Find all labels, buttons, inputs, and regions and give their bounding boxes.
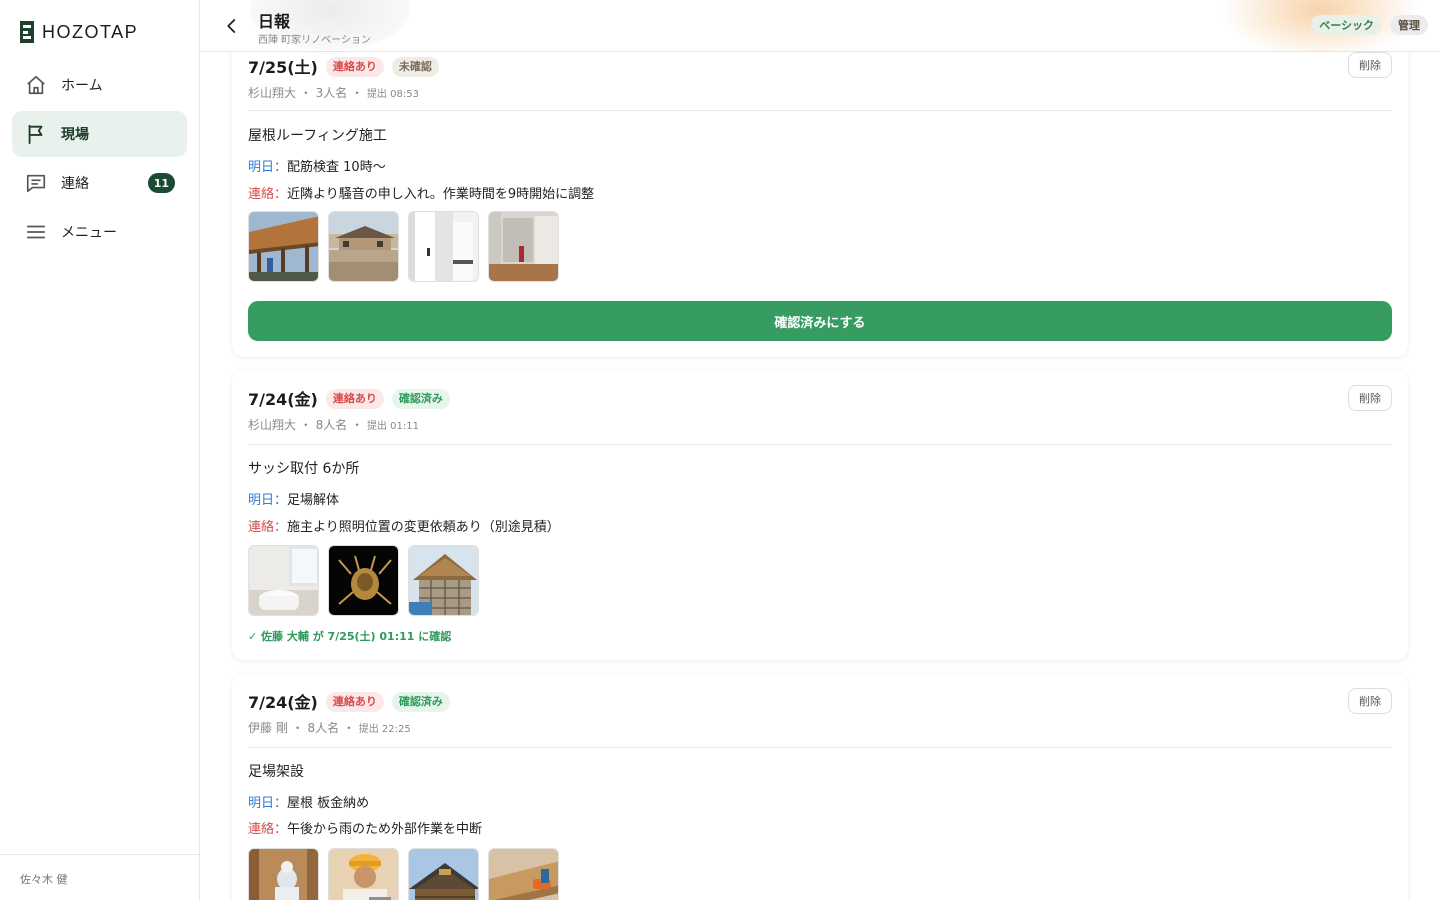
contact-text: 近隣より騒音の申し入れ。作業時間を9時開始に調整: [287, 187, 595, 202]
tomorrow-line: 明日：足場解体: [248, 489, 339, 508]
chat-icon: [24, 171, 48, 195]
report-author: 伊藤 剛: [248, 721, 288, 735]
plan-badge: ベーシック: [1311, 15, 1382, 35]
mark-confirmed-button[interactable]: 確認済みにする: [248, 301, 1392, 341]
contact-label: 連絡：: [248, 520, 288, 535]
sidebar-item-messages[interactable]: 連絡 11: [12, 160, 187, 206]
photo-thumbnail[interactable]: [328, 848, 399, 900]
contact-tag: 連絡あり: [325, 57, 384, 77]
photo-thumbnail[interactable]: [328, 545, 399, 616]
current-user[interactable]: 佐々木 健: [0, 854, 199, 900]
report-meta: 杉山翔大 ・ 8人名 ・ 提出 01:11: [248, 418, 419, 432]
sidebar-item-home[interactable]: ホーム: [12, 62, 187, 108]
work-description: 屋根ルーフィング施工: [248, 128, 387, 144]
crew-count: 3人名: [315, 86, 348, 100]
photo-thumbnail[interactable]: [408, 211, 479, 282]
report-meta: 伊藤 剛 ・ 8人名 ・ 提出 22:25: [248, 721, 411, 735]
photo-strip: [248, 545, 479, 616]
report-date: 7/25(土): [248, 58, 318, 77]
contact-line: 連絡：施主より照明位置の変更依頼あり（別途見積）: [248, 516, 560, 535]
status-badge: 未確認: [391, 57, 439, 77]
confirmed-note: ✓ 佐藤 大輔 が 7/25(土) 01:11 に確認: [248, 630, 452, 643]
tomorrow-text: 屋根 板金納め: [287, 796, 370, 811]
crew-count: 8人名: [315, 418, 348, 432]
work-description: サッシ取付 6か所: [248, 461, 360, 477]
brand-name: HOZOTAP: [42, 21, 139, 42]
sidebar-nav: ホーム 現場 連絡 11 メニュー: [12, 62, 187, 258]
submitted-time: 提出 22:25: [358, 724, 411, 735]
report-card: 7/25(土) 連絡あり 未確認 杉山翔大 ・ 3人名 ・ 提出 08:53 削除 …: [232, 52, 1408, 357]
admin-badge[interactable]: 管理: [1390, 15, 1428, 35]
photo-thumbnail[interactable]: [248, 545, 319, 616]
tomorrow-text: 配筋検査 10時〜: [287, 160, 386, 175]
delete-button[interactable]: 削除: [1348, 385, 1392, 411]
sidebar-item-label: 現場: [61, 127, 89, 143]
sidebar-item-sites[interactable]: 現場: [12, 111, 187, 157]
photo-strip: [248, 848, 559, 900]
photo-thumbnail[interactable]: [248, 848, 319, 900]
sidebar-item-label: ホーム: [61, 78, 103, 94]
contact-label: 連絡：: [248, 187, 288, 202]
status-badge: 確認済み: [391, 692, 450, 712]
sidebar-item-menu[interactable]: メニュー: [12, 209, 187, 255]
photo-thumbnail[interactable]: [408, 848, 479, 900]
sidebar: HOZOTAP ホーム 現場 連絡 11 メニュー 佐々木 健: [0, 0, 200, 900]
tomorrow-text: 足場解体: [287, 493, 340, 508]
photo-thumbnail[interactable]: [408, 545, 479, 616]
report-meta: 杉山翔大 ・ 3人名 ・ 提出 08:53: [248, 86, 419, 100]
submitted-time: 提出 08:53: [366, 89, 419, 100]
page-title: 日報: [258, 12, 291, 31]
photo-strip: [248, 211, 559, 282]
brand-logo[interactable]: HOZOTAP: [20, 20, 138, 44]
contact-text: 午後から雨のため外部作業を中断: [287, 822, 483, 837]
submitted-time: 提出 01:11: [366, 421, 419, 432]
photo-thumbnail[interactable]: [248, 211, 319, 282]
project-name: 西陣 町家リノベーション: [258, 35, 371, 46]
delete-button[interactable]: 削除: [1348, 52, 1392, 78]
report-date: 7/24(金): [248, 390, 318, 409]
hozotap-logo-icon: [20, 21, 34, 43]
report-date: 7/24(金): [248, 693, 318, 712]
chevron-left-icon: [227, 19, 236, 33]
contact-label: 連絡：: [248, 822, 288, 837]
report-list: 7/25(土) 連絡あり 未確認 杉山翔大 ・ 3人名 ・ 提出 08:53 削除 …: [200, 52, 1440, 900]
contact-text: 施主より照明位置の変更依頼あり（別途見積）: [287, 520, 560, 535]
contact-tag: 連絡あり: [325, 692, 384, 712]
unread-count-badge: 11: [147, 173, 175, 193]
tomorrow-label: 明日：: [248, 493, 288, 508]
contact-tag: 連絡あり: [325, 389, 384, 409]
photo-thumbnail[interactable]: [488, 848, 559, 900]
sidebar-item-label: メニュー: [61, 225, 117, 241]
work-description: 足場架設: [248, 764, 304, 780]
home-icon: [24, 73, 48, 97]
sidebar-item-label: 連絡: [61, 176, 89, 192]
photo-thumbnail[interactable]: [488, 211, 559, 282]
tomorrow-label: 明日：: [248, 160, 288, 175]
tomorrow-line: 明日：配筋検査 10時〜: [248, 156, 386, 175]
contact-line: 連絡：午後から雨のため外部作業を中断: [248, 818, 482, 837]
report-author: 杉山翔大: [248, 86, 297, 100]
tomorrow-label: 明日：: [248, 796, 288, 811]
contact-line: 連絡：近隣より騒音の申し入れ。作業時間を9時開始に調整: [248, 183, 594, 202]
report-author: 杉山翔大: [248, 418, 297, 432]
status-badge: 確認済み: [391, 389, 450, 409]
report-card: 7/24(金) 連絡あり 確認済み 杉山翔大 ・ 8人名 ・ 提出 01:11 削除…: [232, 370, 1408, 660]
flag-icon: [24, 122, 48, 146]
delete-button[interactable]: 削除: [1348, 688, 1392, 714]
tomorrow-line: 明日：屋根 板金納め: [248, 792, 369, 811]
menu-icon: [24, 220, 48, 244]
back-button[interactable]: [220, 14, 244, 38]
photo-thumbnail[interactable]: [328, 211, 399, 282]
crew-count: 8人名: [307, 721, 340, 735]
page-header: 日報 西陣 町家リノベーション ベーシック 管理: [200, 0, 1440, 52]
report-card: 7/24(金) 連絡あり 確認済み 伊藤 剛 ・ 8人名 ・ 提出 22:25 削除…: [232, 673, 1408, 900]
